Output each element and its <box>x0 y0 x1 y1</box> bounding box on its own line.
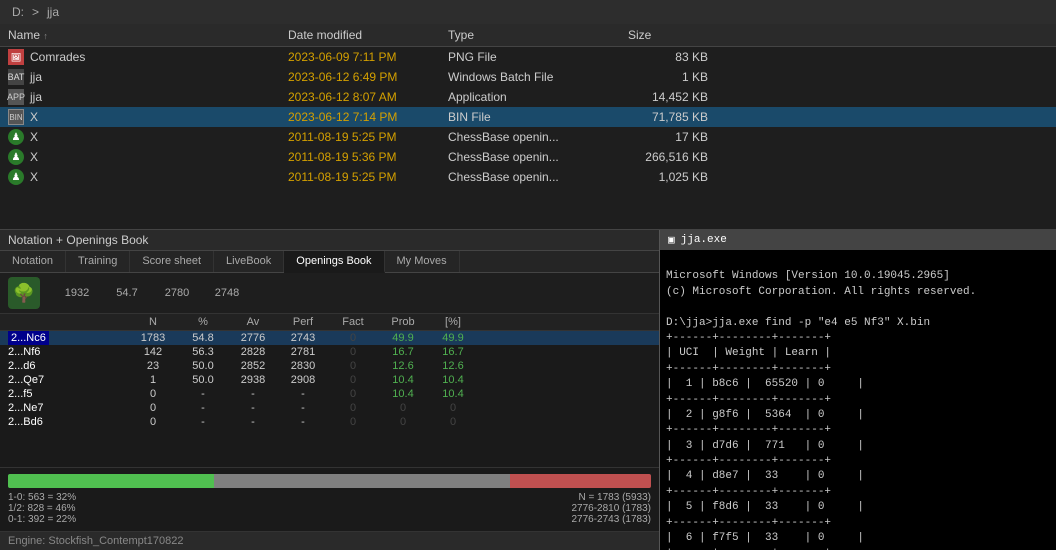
move-name: 2...Nf6 <box>8 346 128 358</box>
bar-loss <box>510 474 651 488</box>
total-av: 2780 <box>152 287 202 299</box>
tab-livebook[interactable]: LiveBook <box>214 251 284 272</box>
file-name: APP jja <box>8 89 288 105</box>
openings-col-headers: N % Av Perf Fact Prob [%] <box>0 314 659 331</box>
bar-draw <box>214 474 510 488</box>
move-row-bd6[interactable]: 2...Bd6 0 - - - 0 0 0 <box>0 415 659 429</box>
move-row-d6[interactable]: 2...d6 23 50.0 2852 2830 0 12.6 12.6 <box>0 359 659 373</box>
progress-stats: 1-0: 563 = 32% N = 1783 (5933) <box>8 492 651 503</box>
path-drive: D: <box>12 5 24 19</box>
path-folder: jja <box>47 5 59 19</box>
table-row[interactable]: ♟ X 2011-08-19 5:36 PM ChessBase openin.… <box>0 147 1056 167</box>
engine-name: Engine: Stockfish_Contempt170822 <box>8 535 184 547</box>
move-name: 2...Ne7 <box>8 402 128 414</box>
file-name: ♟ X <box>8 149 288 165</box>
table-row[interactable]: BIN X 2023-06-12 7:14 PM BIN File 71,785… <box>0 107 1056 127</box>
progress-bar-area: 1-0: 563 = 32% N = 1783 (5933) 1/2: 828 … <box>0 467 659 531</box>
progress-bar <box>8 474 651 488</box>
tab-score-sheet[interactable]: Score sheet <box>130 251 214 272</box>
tab-training[interactable]: Training <box>66 251 130 272</box>
openings-content: 🌳 1932 54.7 2780 2748 N % Av Perf Fac <box>0 273 659 550</box>
move-row-qe7[interactable]: 2...Qe7 1 50.0 2938 2908 0 10.4 10.4 <box>0 373 659 387</box>
win-stat: 1-0: 563 = 32% <box>8 492 76 503</box>
tab-openings-book[interactable]: Openings Book <box>284 251 384 273</box>
col-type[interactable]: Type <box>448 28 628 42</box>
bar-win <box>8 474 214 488</box>
progress-stats2: 1/2: 828 = 46% 2776-2810 (1783) <box>8 503 651 514</box>
table-row[interactable]: BAT jja 2023-06-12 6:49 PM Windows Batch… <box>0 67 1056 87</box>
file-icon-bin: BIN <box>8 109 24 125</box>
openings-spacer <box>0 429 659 467</box>
file-icon-bat: BAT <box>8 69 24 85</box>
loss-stat: 0-1: 392 = 22% <box>8 514 76 525</box>
col-size[interactable]: Size <box>628 28 708 42</box>
tree-icon: 🌳 <box>8 277 40 309</box>
move-name: 2...d6 <box>8 360 128 372</box>
move-name: 2...Nc6 <box>8 332 128 344</box>
file-icon-chess: ♟ <box>8 129 24 145</box>
move-name: 2...Bd6 <box>8 416 128 428</box>
path-sep: > <box>32 5 39 19</box>
tab-notation[interactable]: Notation <box>0 251 66 272</box>
progress-stats3: 0-1: 392 = 22% 2776-2743 (1783) <box>8 514 651 525</box>
move-name: 2...Qe7 <box>8 374 128 386</box>
file-icon-app: APP <box>8 89 24 105</box>
n-stat: N = 1783 (5933) <box>578 492 651 503</box>
engine-bar: Engine: Stockfish_Contempt170822 <box>0 531 659 550</box>
table-row[interactable]: ♟ X 2011-08-19 5:25 PM ChessBase openin.… <box>0 167 1056 187</box>
total-pct: 54.7 <box>102 287 152 299</box>
move-row-ne7[interactable]: 2...Ne7 0 - - - 0 0 0 <box>0 401 659 415</box>
file-icon-png: 🖼 <box>8 49 24 65</box>
total-n: 1932 <box>52 287 102 299</box>
col-date[interactable]: Date modified <box>288 28 448 42</box>
terminal-content[interactable]: Microsoft Windows [Version 10.0.19045.29… <box>660 250 1056 550</box>
totals-row: 1932 54.7 2780 2748 <box>52 287 651 299</box>
terminal-panel: ▣ jja.exe Microsoft Windows [Version 10.… <box>660 230 1056 550</box>
terminal-line-1: Microsoft Windows [Version 10.0.19045.29… <box>666 270 976 550</box>
table-row[interactable]: ♟ X 2011-08-19 5:25 PM ChessBase openin.… <box>0 127 1056 147</box>
notation-panel: Notation + Openings Book Notation Traini… <box>0 230 660 550</box>
file-explorer: D: > jja Name ↑ Date modified Type Size … <box>0 0 1056 230</box>
total-perf: 2748 <box>202 287 252 299</box>
move-name: 2...f5 <box>8 388 128 400</box>
bottom-area: Notation + Openings Book Notation Traini… <box>0 230 1056 550</box>
table-row[interactable]: APP jja 2023-06-12 8:07 AM Application 1… <box>0 87 1056 107</box>
file-icon-chess: ♟ <box>8 149 24 165</box>
title-bar: D: > jja <box>0 0 1056 24</box>
table-row[interactable]: 🖼 Comrades 2023-06-09 7:11 PM PNG File 8… <box>0 47 1056 67</box>
move-row-f5[interactable]: 2...f5 0 - - - 0 10.4 10.4 <box>0 387 659 401</box>
file-name: BAT jja <box>8 69 288 85</box>
range2-stat: 2776-2743 (1783) <box>571 514 651 525</box>
tab-my-moves[interactable]: My Moves <box>385 251 460 272</box>
terminal-title-bar: ▣ jja.exe <box>660 230 1056 250</box>
move-row-nf6[interactable]: 2...Nf6 142 56.3 2828 2781 0 16.7 16.7 <box>0 345 659 359</box>
file-icon-chess: ♟ <box>8 169 24 185</box>
draw-stat: 1/2: 828 = 46% <box>8 503 76 514</box>
notation-tabs: Notation Training Score sheet LiveBook O… <box>0 251 659 273</box>
terminal-icon: ▣ <box>668 233 675 247</box>
file-name: ♟ X <box>8 129 288 145</box>
range1-stat: 2776-2810 (1783) <box>571 503 651 514</box>
file-name: ♟ X <box>8 169 288 185</box>
file-name: 🖼 Comrades <box>8 49 288 65</box>
col-name[interactable]: Name ↑ <box>8 28 288 42</box>
terminal-title: jja.exe <box>681 234 727 246</box>
move-row-nc6[interactable]: 2...Nc6 1783 54.8 2776 2743 0 49.9 49.9 <box>0 331 659 345</box>
file-table-header: Name ↑ Date modified Type Size <box>0 24 1056 47</box>
file-name: BIN X <box>8 109 288 125</box>
notation-panel-title: Notation + Openings Book <box>0 230 659 251</box>
